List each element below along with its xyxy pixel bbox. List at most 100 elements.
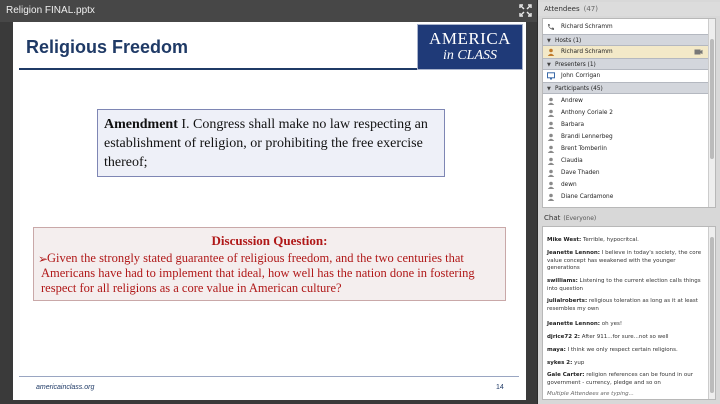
participants-label: Participants (45) (555, 86, 603, 92)
participant-row[interactable]: Claudia (543, 155, 709, 167)
attendees-title: Attendees (544, 5, 580, 13)
participant-row[interactable]: Barbara (543, 119, 709, 131)
chat-sender: Jeanette Lennon: (547, 321, 600, 327)
collapse-triangle-icon: ▼ (547, 38, 551, 44)
presenters-section[interactable]: ▼ Presenters (1) (543, 58, 709, 70)
chat-message: Jeanette Lennon: I believe in today's so… (547, 250, 705, 273)
presenter-name: John Corrigan (561, 73, 601, 79)
chat-sender: Gale Carter: (547, 372, 585, 378)
footer-site: americainclass.org (36, 384, 95, 391)
chat-text: yup (572, 360, 585, 366)
chat-message: Mike West: Terrible, hypocritcal. (547, 237, 705, 245)
amendment-label: Amendment (104, 117, 178, 132)
chat-sender: Mike West: (547, 237, 582, 243)
chat-text: After 911...for sure...not so well (580, 334, 669, 340)
participant-icon (547, 157, 555, 165)
chat-message: Jeanette Lennon: oh yes! (547, 321, 705, 329)
chat-sender: swilliams: (547, 278, 578, 284)
america-in-class-logo: AMERICA in CLASS (417, 24, 523, 70)
presentation-titlebar: Religion FINAL.pptx (0, 0, 537, 22)
side-panels: Attendees (47) Richard Schramm ▼ Hosts (1… (538, 0, 720, 404)
presentation-pane: Religion FINAL.pptx Religious Freedom AM… (0, 0, 537, 404)
fullscreen-icon[interactable] (519, 4, 532, 17)
participant-name: Andrew (561, 98, 583, 104)
attendees-list: Richard Schramm ▼ Hosts (1) Richard Schr… (542, 18, 716, 208)
attendees-scrollbar[interactable] (708, 19, 715, 207)
presenters-label: Presenters (1) (555, 62, 596, 68)
slide: Religious Freedom AMERICA in CLASS Amend… (13, 22, 526, 400)
participant-icon (547, 109, 555, 117)
chat-message: djrice72 2: After 911...for sure...not s… (547, 334, 705, 342)
participant-name: Brandi Lennerbeg (561, 134, 613, 140)
current-user-name: Richard Schramm (561, 24, 613, 30)
participant-row[interactable]: Anthony Coriale 2 (543, 107, 709, 119)
participant-icon (547, 133, 555, 141)
chat-message: julialroberts: religious toleration as l… (547, 298, 705, 313)
chat-header[interactable]: Chat (Everyone) (538, 212, 720, 224)
typing-indicator: Multiple Attendees are typing... (547, 391, 634, 397)
chat-text: I think we only respect certain religion… (565, 347, 678, 353)
host-user-icon (547, 48, 555, 56)
chat-text: oh yes! (600, 321, 623, 327)
participant-name: Barbara (561, 122, 585, 128)
participant-row[interactable]: Brandi Lennerbeg (543, 131, 709, 143)
hosts-section[interactable]: ▼ Hosts (1) (543, 34, 709, 46)
chat-title: Chat (544, 214, 561, 222)
chat-sender: Jeanette Lennon: (547, 250, 600, 256)
participants-section[interactable]: ▼ Participants (45) (543, 82, 709, 94)
host-name: Richard Schramm (561, 49, 613, 55)
host-row[interactable]: Richard Schramm (543, 46, 709, 58)
participant-row[interactable]: Brent Tomberlin (543, 143, 709, 155)
scrollbar-thumb[interactable] (710, 39, 714, 159)
webcam-icon (694, 49, 703, 55)
discussion-heading: Discussion Question: (211, 233, 328, 248)
participant-row[interactable]: Diane Cardamone (543, 191, 709, 203)
logo-line2: in CLASS (442, 48, 498, 63)
footer-rule (19, 376, 519, 377)
chat-scope: (Everyone) (563, 215, 597, 222)
hosts-label: Hosts (1) (555, 38, 582, 44)
presenter-screen-icon (547, 72, 555, 80)
document-title: Religion FINAL.pptx (6, 5, 95, 16)
participant-icon (547, 145, 555, 153)
slide-title: Religious Freedom (26, 37, 189, 57)
collapse-triangle-icon: ▼ (547, 62, 551, 68)
attendees-header[interactable]: Attendees (47) (538, 2, 720, 16)
current-user-row[interactable]: Richard Schramm (543, 21, 709, 33)
chat-message: swilliams: Listening to the current elec… (547, 278, 705, 293)
participant-name: Dave Thaden (561, 170, 600, 176)
slide-footer: americainclass.org 14 (13, 376, 526, 400)
participant-name: Anthony Coriale 2 (561, 110, 613, 116)
chat-sender: julialroberts: (547, 298, 588, 304)
chat-sender: sykes 2: (547, 360, 573, 366)
participant-icon (547, 97, 555, 105)
participant-row[interactable]: Andrew (543, 95, 709, 107)
participant-name: Claudia (561, 158, 583, 164)
presenter-row[interactable]: John Corrigan (543, 70, 709, 82)
participant-icon (547, 193, 555, 201)
participant-name: Brent Tomberlin (561, 146, 607, 152)
participant-icon (547, 169, 555, 177)
chat-sender: djrice72 2: (547, 334, 581, 340)
scrollbar-thumb[interactable] (710, 237, 714, 393)
chat-panel: Mike West: Terrible, hypocritcal. Jeanet… (542, 226, 716, 400)
attendees-count: (47) (583, 5, 598, 13)
participant-name: Diane Cardamone (561, 194, 614, 200)
participant-icon (547, 181, 555, 189)
phone-icon (548, 24, 554, 30)
discussion-text: Given the strongly stated guarantee of r… (41, 251, 475, 295)
participant-name: dewn (561, 182, 577, 188)
participant-row[interactable]: dewn (543, 179, 709, 191)
chat-text: Terrible, hypocritcal. (581, 237, 639, 243)
participant-icon (547, 121, 555, 129)
chat-message: maya: I think we only respect certain re… (547, 347, 705, 355)
participant-row[interactable]: Dave Thaden (543, 167, 709, 179)
amendment-box: Amendment I. Congress shall make no law … (97, 109, 445, 177)
logo-line1: AMERICA (429, 29, 511, 48)
chat-sender: maya: (547, 347, 566, 353)
slide-page-number: 14 (496, 384, 504, 391)
chat-message: sykes 2: yup (547, 360, 705, 368)
chat-scrollbar[interactable] (708, 227, 715, 399)
collapse-triangle-icon: ▼ (547, 86, 551, 92)
discussion-box: Discussion Question: ➢ Given the strongl… (33, 227, 506, 301)
